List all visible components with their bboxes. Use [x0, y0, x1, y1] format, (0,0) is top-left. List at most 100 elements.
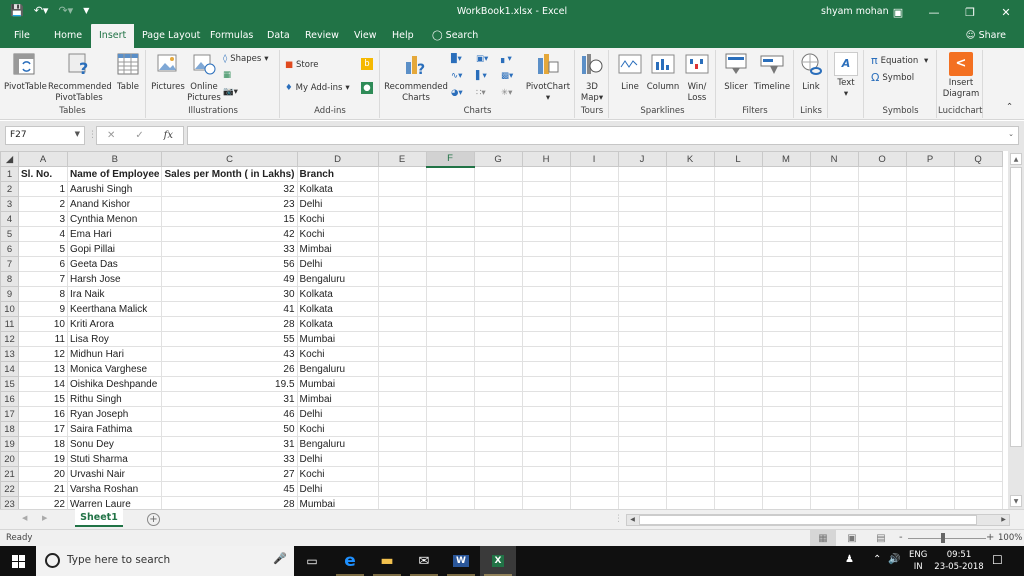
- cell[interactable]: [761, 391, 811, 407]
- cell[interactable]: [473, 361, 523, 377]
- cell[interactable]: Mumbai: [296, 496, 379, 509]
- cell[interactable]: [905, 406, 955, 422]
- cell[interactable]: [857, 286, 907, 302]
- cell[interactable]: 33: [161, 451, 298, 467]
- cell[interactable]: [665, 361, 715, 377]
- cell[interactable]: [377, 391, 427, 407]
- cell[interactable]: [425, 256, 475, 272]
- cell[interactable]: [473, 481, 523, 497]
- cell[interactable]: [665, 181, 715, 197]
- cell[interactable]: [617, 421, 667, 437]
- cell[interactable]: 28: [161, 496, 298, 509]
- cell[interactable]: [521, 406, 571, 422]
- cell[interactable]: 31: [161, 391, 298, 407]
- cell[interactable]: [905, 466, 955, 482]
- cell[interactable]: [425, 196, 475, 212]
- cancel-icon[interactable]: ✕: [107, 130, 115, 141]
- tab-review[interactable]: Review: [297, 24, 347, 48]
- cell[interactable]: [473, 451, 523, 467]
- cell[interactable]: [569, 361, 619, 377]
- cell[interactable]: [857, 481, 907, 497]
- cell[interactable]: [377, 166, 427, 182]
- cell[interactable]: [713, 286, 763, 302]
- tab-splitter-icon[interactable]: ⋮: [614, 514, 623, 524]
- cell[interactable]: Urvashi Nair: [66, 466, 163, 482]
- cell[interactable]: [425, 391, 475, 407]
- cell[interactable]: Mimbai: [296, 241, 379, 257]
- cell[interactable]: [809, 466, 859, 482]
- pivottable-button[interactable]: PivotTable: [4, 52, 47, 93]
- cell[interactable]: 26: [161, 361, 298, 377]
- zoom-in-button[interactable]: +: [986, 532, 994, 543]
- cell[interactable]: [809, 451, 859, 467]
- cell[interactable]: [521, 241, 571, 257]
- cell[interactable]: [761, 316, 811, 332]
- zoom-slider[interactable]: [908, 538, 986, 539]
- cell[interactable]: [713, 166, 763, 182]
- cell[interactable]: [425, 226, 475, 242]
- cell[interactable]: [377, 226, 427, 242]
- close-icon[interactable]: ✕: [988, 0, 1024, 24]
- cell[interactable]: [953, 301, 1003, 317]
- mail-icon[interactable]: ✉: [406, 546, 442, 576]
- page-layout-view-icon[interactable]: ▣: [839, 530, 865, 546]
- clock[interactable]: 09:51 23-05-2018: [934, 549, 984, 573]
- cell[interactable]: [377, 376, 427, 392]
- cell[interactable]: [425, 271, 475, 287]
- cell[interactable]: 4: [18, 226, 68, 242]
- edge-icon[interactable]: e: [332, 546, 368, 576]
- cell[interactable]: Kolkata: [296, 181, 379, 197]
- cell[interactable]: [665, 166, 715, 182]
- cell[interactable]: [473, 211, 523, 227]
- cell[interactable]: [473, 436, 523, 452]
- cell[interactable]: [473, 181, 523, 197]
- cell[interactable]: Delhi: [296, 481, 379, 497]
- cell[interactable]: [761, 211, 811, 227]
- cell[interactable]: [569, 391, 619, 407]
- cell[interactable]: [473, 241, 523, 257]
- cell[interactable]: [377, 241, 427, 257]
- cell[interactable]: 55: [161, 331, 298, 347]
- cell[interactable]: Warren Laure: [66, 496, 163, 509]
- cell[interactable]: 19: [18, 451, 68, 467]
- cell[interactable]: [953, 451, 1003, 467]
- zoom-slider-thumb[interactable]: [941, 533, 945, 543]
- cell[interactable]: [473, 376, 523, 392]
- cell[interactable]: 14: [18, 376, 68, 392]
- cell[interactable]: [905, 286, 955, 302]
- cell[interactable]: [857, 166, 907, 182]
- cell[interactable]: [857, 226, 907, 242]
- cell[interactable]: [809, 316, 859, 332]
- restore-icon[interactable]: ❐: [952, 0, 988, 24]
- cell[interactable]: [473, 406, 523, 422]
- cell[interactable]: [905, 376, 955, 392]
- worksheet-grid[interactable]: ◢ A B C D E F G H I J K L M N O P Q 1 Sl. No. Name of Emplo…: [0, 151, 1008, 509]
- cell[interactable]: 2: [18, 196, 68, 212]
- normal-view-icon[interactable]: ▦: [810, 530, 836, 546]
- cell[interactable]: [953, 211, 1003, 227]
- cell[interactable]: [953, 481, 1003, 497]
- cell[interactable]: [521, 376, 571, 392]
- cell[interactable]: [905, 196, 955, 212]
- zoom-out-button[interactable]: -: [899, 532, 903, 543]
- cell[interactable]: [377, 301, 427, 317]
- cell[interactable]: [953, 256, 1003, 272]
- cell[interactable]: 27: [161, 466, 298, 482]
- cell[interactable]: [857, 496, 907, 509]
- cell[interactable]: [857, 331, 907, 347]
- cell[interactable]: [473, 271, 523, 287]
- cell[interactable]: [569, 331, 619, 347]
- 3d-map-button[interactable]: 3D Map▾: [578, 52, 606, 104]
- equation-button[interactable]: π Equation ▾: [871, 54, 928, 67]
- cell[interactable]: [377, 271, 427, 287]
- cell[interactable]: [905, 301, 955, 317]
- cell[interactable]: 43: [161, 346, 298, 362]
- cell[interactable]: [713, 421, 763, 437]
- cell[interactable]: [665, 226, 715, 242]
- cell[interactable]: [617, 301, 667, 317]
- row-header[interactable]: 22: [0, 481, 19, 497]
- cell[interactable]: [761, 286, 811, 302]
- cell[interactable]: 42: [161, 226, 298, 242]
- tab-file[interactable]: File: [6, 24, 38, 48]
- cell[interactable]: [473, 346, 523, 362]
